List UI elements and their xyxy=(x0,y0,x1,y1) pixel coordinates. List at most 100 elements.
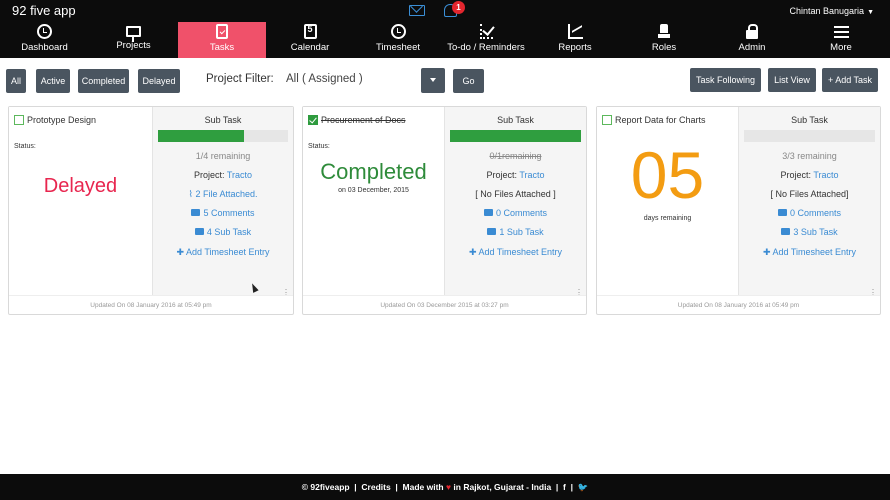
paperclip-icon: ⌇ xyxy=(188,189,193,199)
plus-icon: ✚ xyxy=(762,247,771,257)
filter-completed-button[interactable]: Completed xyxy=(78,69,129,93)
nav-tasks[interactable]: Tasks xyxy=(178,22,266,58)
project-line: Project: Tracto xyxy=(486,170,545,180)
comments-link[interactable]: 0 Comments xyxy=(445,208,586,218)
top-navigation: 92 five app 1 Chintan Banugaria ▼ Dashboa… xyxy=(0,0,890,58)
task-title[interactable]: Procurement of Docs xyxy=(321,115,406,125)
nav-calendar[interactable]: Calendar xyxy=(266,22,354,58)
add-task-button[interactable]: + Add Task xyxy=(822,68,878,92)
nav-reports[interactable]: Reports xyxy=(530,22,620,58)
list-view-button[interactable]: List View xyxy=(768,68,816,92)
footer-brand[interactable]: 92fiveapp xyxy=(310,482,349,492)
dropdown-caret-icon[interactable] xyxy=(421,68,445,93)
nav-more[interactable]: More xyxy=(796,22,886,58)
nav-admin[interactable]: Admin xyxy=(708,22,796,58)
task-card-details-panel: Sub Task 0/1remaining Project: Tracto [ … xyxy=(445,107,586,297)
task-complete-checkbox[interactable] xyxy=(602,115,612,125)
chess-icon xyxy=(657,24,672,39)
task-complete-checkbox[interactable] xyxy=(308,115,318,125)
filter-delayed-button[interactable]: Delayed xyxy=(138,69,180,93)
copyright-icon: © xyxy=(301,482,308,492)
twitter-icon[interactable]: 🐦 xyxy=(578,482,589,492)
list-icon xyxy=(487,228,497,235)
project-filter-label: Project Filter: xyxy=(206,73,274,85)
sub-task-header: Sub Task xyxy=(791,115,828,125)
comment-icon xyxy=(777,209,787,216)
heart-icon: ♥ xyxy=(446,482,452,492)
task-complete-checkbox[interactable] xyxy=(14,115,24,125)
project-line: Project: Tracto xyxy=(780,170,839,180)
project-filter-select[interactable]: All ( Assigned ) xyxy=(286,73,363,85)
progress-fill xyxy=(450,130,581,142)
updated-timestamp: Updated On 08 January 2016 at 05:49 pm xyxy=(9,295,293,314)
days-remaining-label: days remaining xyxy=(643,215,692,222)
nav-todo-reminders[interactable]: To-do / Reminders xyxy=(442,22,530,58)
sub-task-header: Sub Task xyxy=(204,115,242,125)
subtask-progress-bar xyxy=(744,130,875,142)
go-button[interactable]: Go xyxy=(453,69,484,93)
facebook-icon[interactable]: f xyxy=(563,482,566,492)
status-text: Completed xyxy=(320,159,427,184)
subtasks-link[interactable]: 4 Sub Task xyxy=(153,227,293,237)
app-logo[interactable]: 92 five app xyxy=(12,3,76,18)
updated-timestamp: Updated On 03 December 2015 at 03:27 pm xyxy=(303,295,586,314)
subtask-progress-bar xyxy=(158,130,288,142)
task-following-button[interactable]: Task Following xyxy=(690,68,761,92)
nav-timesheet[interactable]: Timesheet xyxy=(354,22,442,58)
subtask-progress-bar xyxy=(450,130,581,142)
footer-location: in Rajkot, Gujarat - India xyxy=(453,482,552,492)
attachments-link[interactable]: ⌇ 2 File Attached. xyxy=(153,189,293,200)
calendar-icon xyxy=(303,24,317,39)
remaining-count: 1/4 remaining xyxy=(195,151,251,161)
completed-date: on 03 December, 2015 xyxy=(338,187,409,194)
nav-dashboard[interactable]: Dashboard xyxy=(0,22,89,58)
nav-projects[interactable]: Projects xyxy=(89,22,178,58)
comments-link[interactable]: 0 Comments xyxy=(739,208,880,218)
add-timesheet-link[interactable]: ✚ Add Timesheet Entry xyxy=(445,247,586,258)
add-timesheet-link[interactable]: ✚ Add Timesheet Entry xyxy=(153,247,293,258)
subtasks-link[interactable]: 1 Sub Task xyxy=(445,227,586,237)
days-remaining-number: 05 xyxy=(630,138,705,212)
list-icon xyxy=(194,228,204,235)
task-title[interactable]: Prototype Design xyxy=(27,115,96,125)
sub-task-header: Sub Task xyxy=(497,115,534,125)
clipboard-icon xyxy=(216,24,228,39)
remaining-count: 0/1remaining xyxy=(489,151,542,161)
task-card-details-panel: Sub Task 1/4 remaining Project: Tracto ⌇… xyxy=(153,107,293,297)
board-icon xyxy=(126,26,141,42)
filter-active-button[interactable]: Active xyxy=(36,69,70,93)
project-line: Project: Tracto xyxy=(193,170,253,180)
filter-all-button[interactable]: All xyxy=(6,69,26,93)
attachments-text: [ No Files Attached] xyxy=(770,189,849,199)
nav-roles[interactable]: Roles xyxy=(620,22,708,58)
project-link[interactable]: Tracto xyxy=(813,170,838,180)
lock-icon xyxy=(745,24,760,39)
status-label: Status: xyxy=(14,143,36,150)
task-card: Procurement of Docs Status: Completed on… xyxy=(302,106,587,315)
progress-fill xyxy=(158,130,244,142)
chart-icon xyxy=(567,24,583,39)
task-card-status-panel: Prototype Design Status: Delayed xyxy=(9,107,153,296)
status-label: Status: xyxy=(308,143,330,150)
notification-badge: 1 xyxy=(452,1,465,14)
plus-icon: ✚ xyxy=(468,247,477,257)
add-timesheet-link[interactable]: ✚ Add Timesheet Entry xyxy=(739,247,880,258)
subtasks-link[interactable]: 3 Sub Task xyxy=(739,227,880,237)
footer-made-with: Made with xyxy=(402,482,444,492)
checklist-icon xyxy=(479,24,493,39)
task-card-status-panel: Report Data for Charts 05 days remaining xyxy=(597,107,739,296)
project-link[interactable]: Tracto xyxy=(227,170,252,180)
task-title[interactable]: Report Data for Charts xyxy=(615,115,706,125)
plus-icon: ✚ xyxy=(176,247,184,257)
project-link[interactable]: Tracto xyxy=(519,170,544,180)
user-menu[interactable]: Chintan Banugaria ▼ xyxy=(790,6,875,16)
clock-icon xyxy=(37,24,52,39)
page-footer: © 92fiveapp | Credits | Made with ♥ in R… xyxy=(0,474,890,500)
user-name: Chintan Banugaria xyxy=(789,6,865,16)
footer-credits-link[interactable]: Credits xyxy=(361,482,390,492)
mail-icon[interactable] xyxy=(409,5,425,16)
comments-link[interactable]: 5 Comments xyxy=(153,208,293,218)
status-text: Delayed xyxy=(43,175,118,197)
task-card-status-panel: Procurement of Docs Status: Completed on… xyxy=(303,107,445,296)
menu-icon xyxy=(833,24,849,39)
